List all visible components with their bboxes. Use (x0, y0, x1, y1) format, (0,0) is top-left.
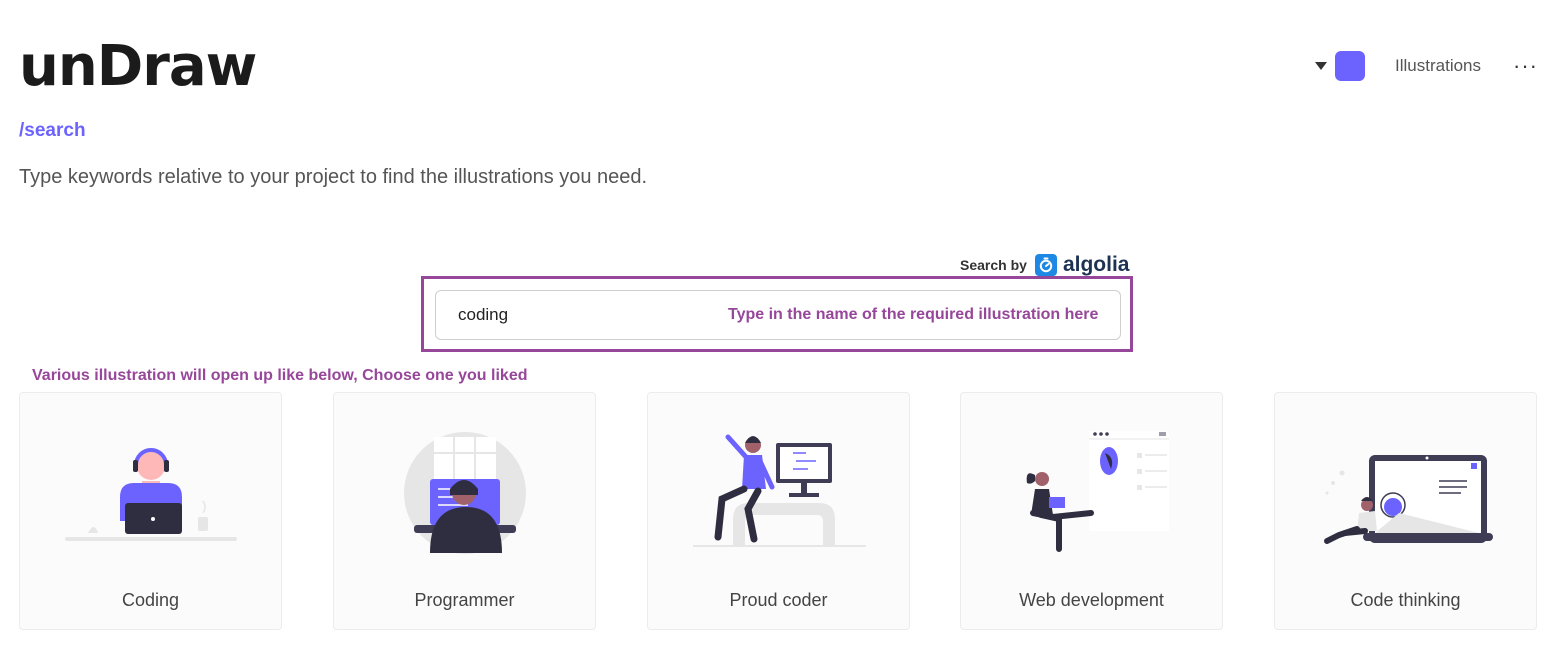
illustration-card-web-development[interactable]: Web development (960, 392, 1223, 630)
nav-illustrations-link[interactable]: Illustrations (1395, 56, 1481, 76)
card-label: Programmer (414, 590, 515, 610)
route-breadcrumb[interactable]: /search (19, 120, 86, 142)
code-thinking-illustration-icon (1324, 455, 1493, 544)
illustration-card-code-thinking[interactable]: Code thinking (1274, 392, 1537, 630)
algolia-logo-icon (1034, 254, 1057, 276)
proud-coder-illustration-icon (693, 434, 866, 547)
card-label: Proud coder (729, 590, 828, 610)
undraw-logo[interactable]: unDraw (19, 30, 257, 104)
illustration-card-proud-coder[interactable]: Proud coder (647, 392, 910, 630)
page-description: Type keywords relative to your project t… (19, 166, 648, 188)
chevron-down-icon[interactable] (1315, 62, 1328, 70)
card-label: Web development (1019, 590, 1164, 610)
top-navigation: Illustrations ··· (1315, 50, 1538, 82)
accent-color-swatch[interactable] (1335, 51, 1366, 81)
card-label: Coding (121, 590, 180, 610)
more-menu-icon[interactable]: ··· (1513, 55, 1538, 77)
search-by-label: Search by (960, 257, 1027, 273)
card-label: Code thinking (1350, 590, 1461, 610)
web-development-illustration-icon (1026, 431, 1169, 552)
search-annotation: Type in the name of the required illustr… (728, 306, 1099, 323)
illustration-card-coding[interactable]: Coding (19, 392, 282, 630)
algolia-wordmark: algolia (1062, 253, 1130, 276)
illustration-card-programmer[interactable]: Programmer (333, 392, 596, 630)
coding-illustration-icon (65, 448, 237, 541)
programmer-illustration-icon (404, 432, 526, 554)
search-by-algolia[interactable]: Search by algolia (960, 252, 1129, 278)
results-annotation: Various illustration will open up like b… (32, 367, 528, 384)
search-input[interactable] (456, 304, 690, 326)
